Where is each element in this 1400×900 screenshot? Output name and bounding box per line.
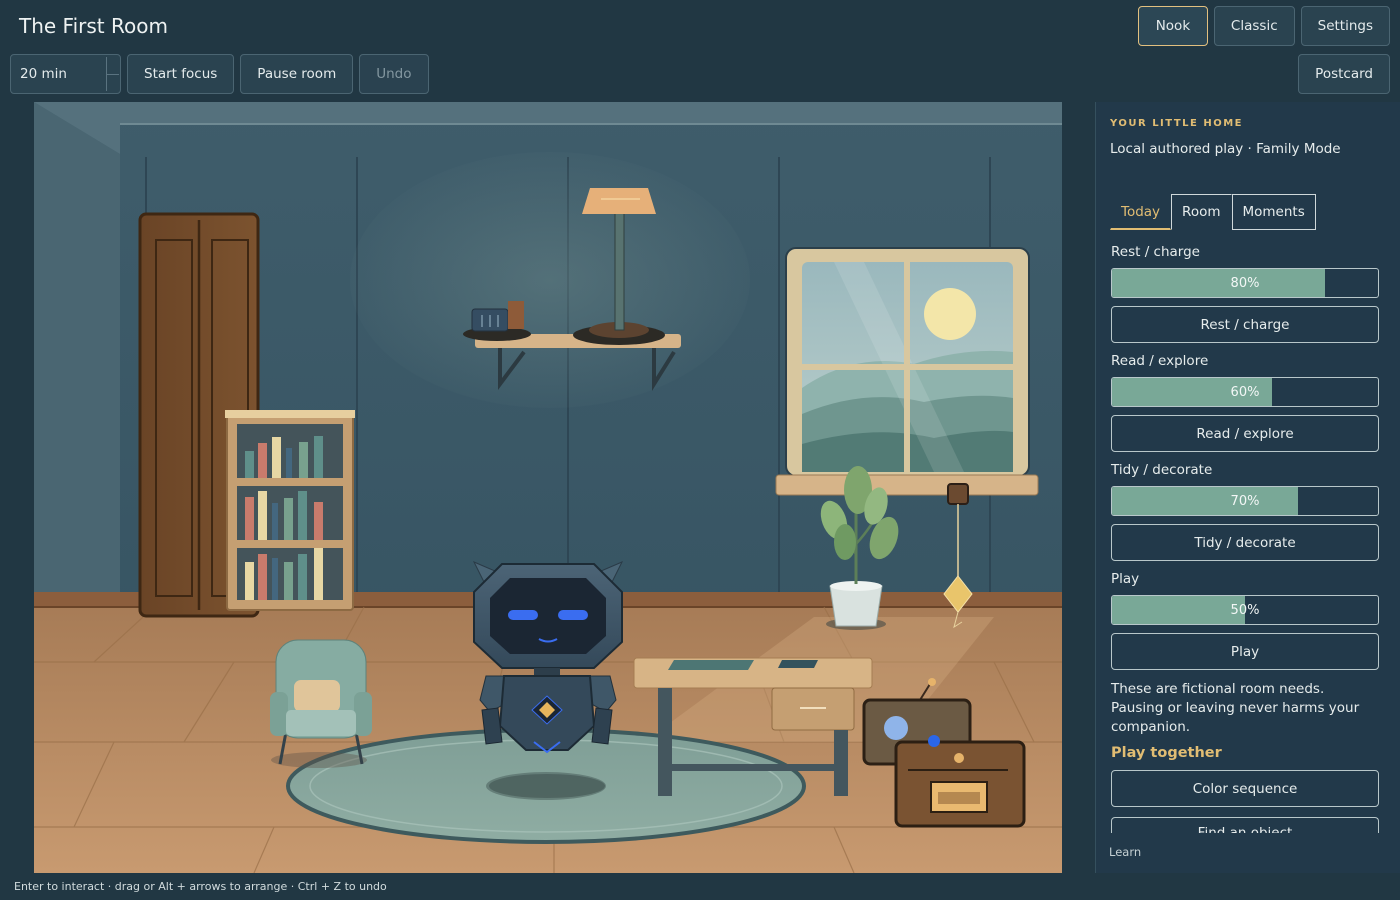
- need-bar-tidy: 70%: [1111, 486, 1379, 516]
- top-nav: Nook Classic Settings: [1137, 6, 1390, 46]
- focus-duration-value: 20 min: [20, 66, 67, 82]
- settings-button[interactable]: Settings: [1300, 6, 1390, 46]
- panel-eyebrow: YOUR LITTLE HOME: [1110, 118, 1243, 129]
- need-label-tidy: Tidy / decorate: [1111, 462, 1213, 478]
- postcard-button[interactable]: Postcard: [1298, 54, 1390, 94]
- spinner-arrows[interactable]: [106, 57, 119, 91]
- window[interactable]: [775, 247, 1039, 496]
- need-bar-play: 50%: [1111, 595, 1379, 625]
- panel-tabs: Today Room Moments: [1110, 194, 1316, 230]
- tidy-decorate-button[interactable]: Tidy / decorate: [1111, 524, 1379, 561]
- need-value: 80%: [1230, 275, 1260, 291]
- side-panel: YOUR LITTLE HOME Local authored play · F…: [1095, 102, 1400, 873]
- room-scene[interactable]: [34, 102, 1062, 873]
- read-explore-button[interactable]: Read / explore: [1111, 415, 1379, 452]
- focus-duration-spinner[interactable]: 20 min: [10, 54, 121, 94]
- find-an-object-button[interactable]: Find an object: [1111, 817, 1379, 833]
- nook-button[interactable]: Nook: [1137, 6, 1208, 46]
- play-button[interactable]: Play: [1111, 633, 1379, 670]
- rest-charge-button[interactable]: Rest / charge: [1111, 306, 1379, 343]
- classic-button[interactable]: Classic: [1213, 6, 1295, 46]
- color-sequence-button[interactable]: Color sequence: [1111, 770, 1379, 807]
- tab-room[interactable]: Room: [1171, 194, 1232, 230]
- needs-note: These are fictional room needs. Pausing …: [1111, 681, 1360, 735]
- need-value: 50%: [1230, 602, 1260, 618]
- spinner-up-arrow[interactable]: [107, 57, 119, 75]
- need-label-rest: Rest / charge: [1111, 244, 1200, 260]
- tab-today[interactable]: Today: [1110, 194, 1172, 230]
- bookshelf[interactable]: [225, 410, 355, 611]
- needs-list: Rest / charge 80% Rest / charge Read / e…: [1111, 244, 1379, 833]
- need-bar-read: 60%: [1111, 377, 1379, 407]
- need-value: 70%: [1230, 493, 1260, 509]
- app-title: The First Room: [19, 14, 168, 38]
- play-together-heading: Play together: [1111, 745, 1222, 761]
- undo-button[interactable]: Undo: [359, 54, 429, 94]
- need-value: 60%: [1230, 384, 1260, 400]
- toolbar: 20 min Start focus Pause room Undo: [10, 54, 429, 94]
- need-bar-rest: 80%: [1111, 268, 1379, 298]
- start-focus-button[interactable]: Start focus: [127, 54, 235, 94]
- learn-link[interactable]: Learn: [1109, 845, 1141, 859]
- spinner-down-arrow[interactable]: [107, 75, 119, 92]
- pause-room-button[interactable]: Pause room: [240, 54, 354, 94]
- need-label-read: Read / explore: [1111, 353, 1209, 369]
- room-illustration: [34, 102, 1062, 873]
- panel-subtitle: Local authored play · Family Mode: [1110, 141, 1341, 157]
- panel-scroll-area[interactable]: YOUR LITTLE HOME Local authored play · F…: [1096, 102, 1400, 833]
- keyboard-hint: Enter to interact · drag or Alt + arrows…: [14, 880, 387, 893]
- tab-moments[interactable]: Moments: [1231, 194, 1316, 230]
- need-label-play: Play: [1111, 571, 1140, 587]
